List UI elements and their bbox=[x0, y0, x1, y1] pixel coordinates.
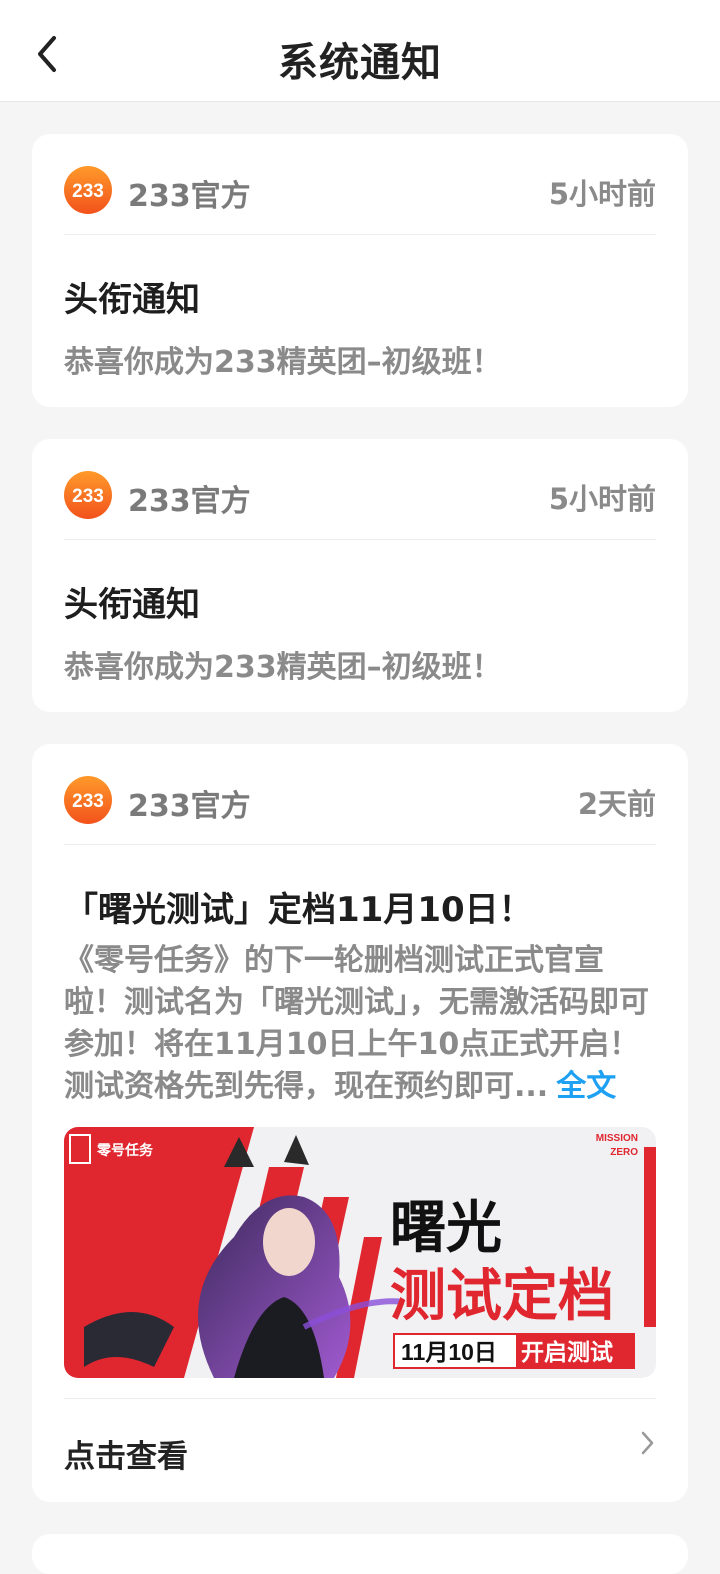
svg-text:MISSION: MISSION bbox=[596, 1133, 638, 1144]
timestamp: 2天前 bbox=[577, 787, 656, 821]
official-233-avatar-icon: 233 bbox=[64, 166, 112, 214]
notification-card[interactable]: 233 233官方 5小时前 头衔通知 恭喜你成为233精英团–初级班！ bbox=[32, 134, 688, 407]
svg-text:233: 233 bbox=[72, 181, 104, 202]
notification-body: 《零号任务》的下一轮删档测试正式官宣啦！测试名为「曙光测试」，无需激活码即可参加… bbox=[64, 940, 660, 1108]
view-details-label: 点击查看 bbox=[64, 1439, 188, 1475]
sender-name: 233官方 bbox=[128, 789, 251, 824]
banner-brand: 零号任务 bbox=[96, 1142, 154, 1158]
svg-text:ZERO: ZERO bbox=[610, 1147, 638, 1158]
official-233-avatar-icon: 233 bbox=[64, 776, 112, 824]
svg-text:233: 233 bbox=[72, 486, 104, 507]
notification-title: 头衔通知 bbox=[64, 585, 200, 625]
top-bar: 系统通知 bbox=[0, 0, 720, 102]
notification-body: 恭喜你成为233精英团–初级班！ bbox=[64, 650, 502, 685]
banner-date: 11月10日 bbox=[401, 1339, 497, 1365]
notification-card[interactable]: 233 233官方 2天前 「曙光测试」定档11月10日！ 《零号任务》的下一轮… bbox=[32, 744, 688, 1502]
read-full-link[interactable]: 全文 bbox=[556, 1069, 616, 1104]
card-divider bbox=[64, 539, 656, 540]
svg-text:233: 233 bbox=[72, 791, 104, 812]
banner-headline-2: 测试定档 bbox=[390, 1264, 614, 1327]
chevron-right-icon bbox=[641, 1431, 654, 1455]
sender-name: 233官方 bbox=[128, 179, 251, 214]
notification-card[interactable] bbox=[32, 1534, 688, 1574]
notification-title: 头衔通知 bbox=[64, 280, 200, 320]
page-title: 系统通知 bbox=[278, 40, 442, 86]
banner-artwork: 零号任务 MISSION ZERO 曙光 测试定档 11月10日 开启测试 bbox=[64, 1127, 656, 1378]
promo-banner-image[interactable]: 零号任务 MISSION ZERO 曙光 测试定档 11月10日 开启测试 bbox=[64, 1127, 656, 1378]
card-header: 233 233官方 2天前 bbox=[64, 774, 656, 830]
notification-card[interactable]: 233 233官方 5小时前 头衔通知 恭喜你成为233精英团–初级班！ bbox=[32, 439, 688, 712]
banner-headline-1: 曙光 bbox=[390, 1196, 502, 1259]
card-header: 233 233官方 5小时前 bbox=[64, 469, 656, 525]
view-details-button[interactable]: 点击查看 bbox=[64, 1399, 656, 1502]
card-divider bbox=[64, 844, 656, 845]
timestamp: 5小时前 bbox=[548, 177, 656, 211]
banner-date-action: 开启测试 bbox=[521, 1339, 613, 1365]
card-divider bbox=[64, 234, 656, 235]
official-233-avatar-icon: 233 bbox=[64, 471, 112, 519]
notification-body: 恭喜你成为233精英团–初级班！ bbox=[64, 345, 502, 380]
sender-name: 233官方 bbox=[128, 484, 251, 519]
notification-title: 「曙光测试」定档11月10日！ bbox=[64, 890, 533, 930]
card-header: 233 233官方 5小时前 bbox=[64, 164, 656, 220]
timestamp: 5小时前 bbox=[548, 482, 656, 516]
